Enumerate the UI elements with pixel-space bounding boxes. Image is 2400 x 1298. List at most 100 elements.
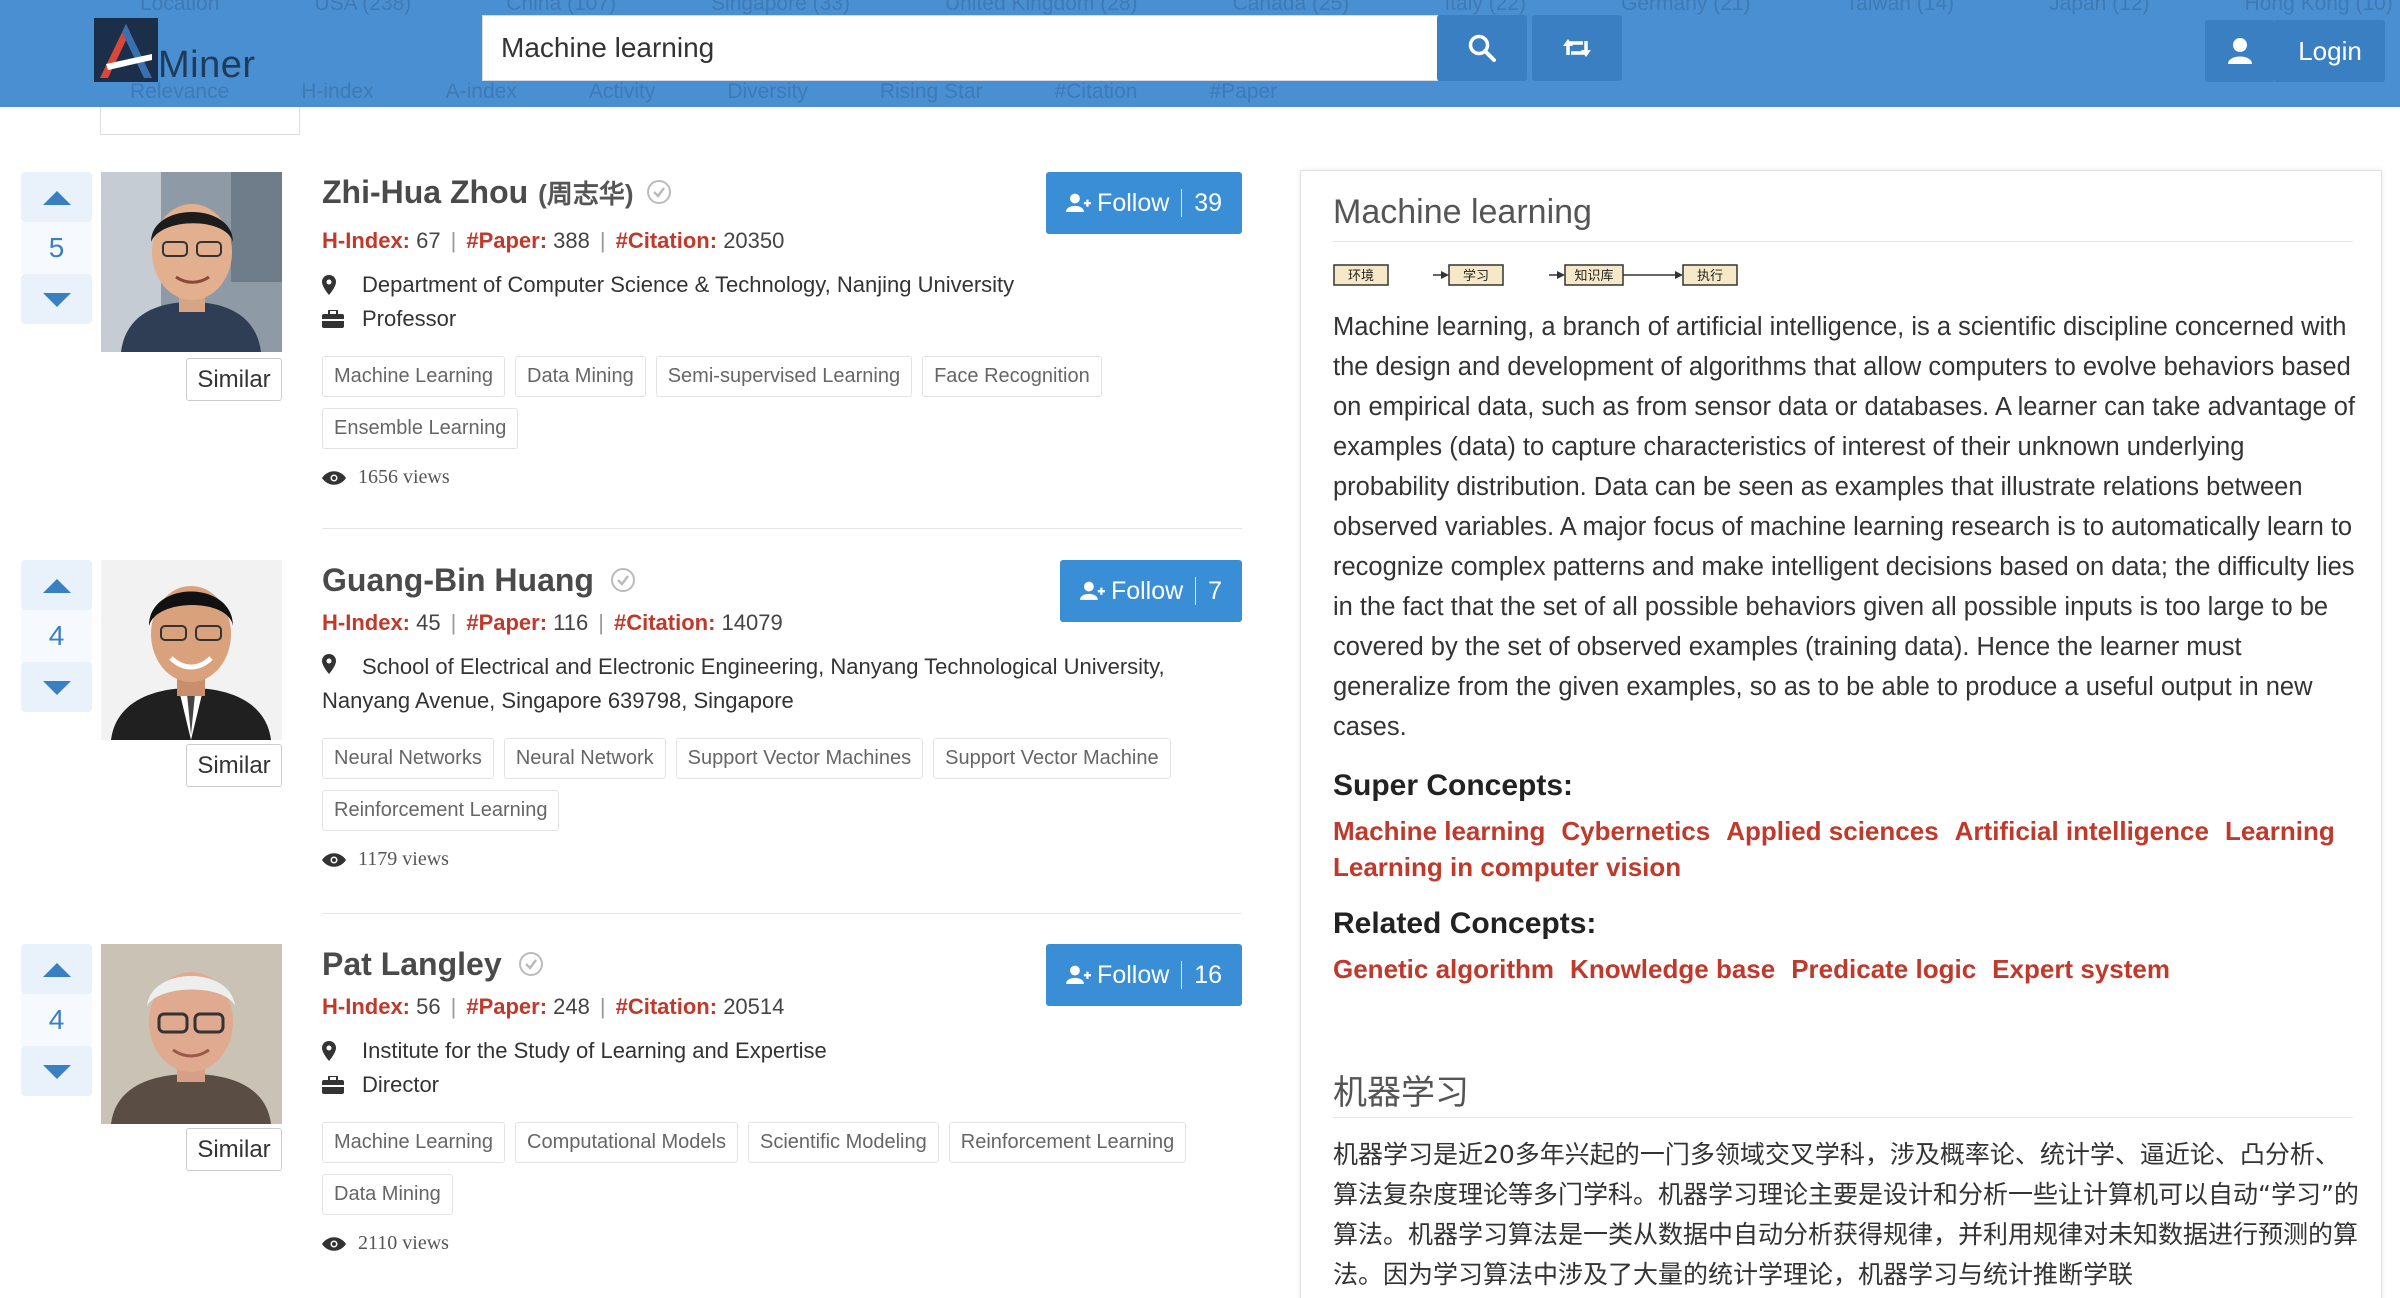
similar-button[interactable]: Similar <box>186 744 282 787</box>
concept-link[interactable]: Artificial intelligence <box>1955 813 2209 849</box>
concept-link[interactable]: Knowledge base <box>1570 951 1775 987</box>
vote-count: 4 <box>21 610 92 662</box>
expert-result: 5 Similar Zhi-Hua Zhou (周志华) H-Index: 67… <box>0 170 1250 530</box>
similar-button[interactable]: Similar <box>186 358 282 401</box>
views-number: 1179 <box>358 848 398 870</box>
interest-tag[interactable]: Scientific Modeling <box>748 1122 939 1163</box>
interest-tag[interactable]: Computational Models <box>515 1122 738 1163</box>
citation-count: 20514 <box>723 994 785 1019</box>
aminer-logo[interactable]: Miner <box>94 18 264 86</box>
follower-count: 39 <box>1194 188 1222 217</box>
similar-button[interactable]: Similar <box>186 1128 282 1171</box>
expert-name[interactable]: Pat Langley <box>322 946 502 983</box>
follow-button[interactable]: Follow 7 <box>1060 560 1242 622</box>
sort-dropdown[interactable] <box>100 107 300 135</box>
app-name: Miner <box>158 44 256 86</box>
upvote-button[interactable] <box>21 944 92 994</box>
search-input[interactable] <box>482 15 1438 81</box>
location-filter-item[interactable]: Location <box>140 0 219 16</box>
top-navbar: Location USA (238) China (107) Singapore (3… <box>0 0 2400 107</box>
interest-tag[interactable]: Face Recognition <box>922 356 1102 397</box>
view-count: 1179 views <box>322 848 449 871</box>
interest-tag[interactable]: Neural Network <box>503 738 666 779</box>
interest-tag[interactable]: Reinforcement Learning <box>322 790 560 831</box>
expert-photo[interactable] <box>101 944 282 1124</box>
eye-icon <box>322 470 346 485</box>
paper-label: #Paper: <box>466 228 548 253</box>
sort-option[interactable]: #Paper <box>1209 80 1277 104</box>
location-filter-item[interactable]: Canada (25) <box>1233 0 1350 16</box>
chevron-up-icon <box>42 191 71 205</box>
result-divider <box>322 913 1242 914</box>
sort-option[interactable]: Diversity <box>727 80 808 104</box>
interest-tag[interactable]: Data Mining <box>515 356 646 397</box>
sort-option[interactable]: #Citation <box>1055 80 1138 104</box>
eye-icon <box>322 1236 346 1251</box>
location-filter-item[interactable]: China (107) <box>506 0 616 16</box>
follower-count: 16 <box>1194 960 1222 989</box>
sort-option[interactable]: A-index <box>446 80 517 104</box>
refresh-button[interactable] <box>1532 15 1622 81</box>
expert-photo[interactable] <box>101 560 282 740</box>
vote-widget: 4 <box>21 944 92 1096</box>
expert-photo[interactable] <box>101 172 282 352</box>
login-button[interactable]: Login <box>2275 20 2385 82</box>
interest-tag[interactable]: Machine Learning <box>322 356 505 397</box>
location-filter-item[interactable]: United Kingdom (28) <box>945 0 1138 16</box>
expert-name[interactable]: Guang-Bin Huang <box>322 562 594 599</box>
location-filter-item[interactable]: Taiwan (14) <box>1846 0 1955 16</box>
upvote-button[interactable] <box>21 172 92 222</box>
concept-link[interactable]: Genetic algorithm <box>1333 951 1554 987</box>
location-filter-item[interactable]: Singapore (33) <box>711 0 850 16</box>
interest-tag[interactable]: Machine Learning <box>322 1122 505 1163</box>
interest-tag[interactable]: Reinforcement Learning <box>948 1122 1187 1163</box>
verified-check-icon <box>610 568 635 592</box>
location-filter-item[interactable]: Italy (22) <box>1444 0 1526 16</box>
expert-name[interactable]: Zhi-Hua Zhou <box>322 174 528 211</box>
location-filter-item[interactable]: Hong Kong (10) <box>2245 0 2393 16</box>
concept-link[interactable]: Learning in computer vision <box>1333 849 1681 885</box>
views-suffix: views <box>403 466 450 488</box>
position-line: Director <box>322 1068 439 1102</box>
follow-button[interactable]: Follow 16 <box>1046 944 1242 1006</box>
concept-link[interactable]: Cybernetics <box>1561 813 1710 849</box>
interest-tag[interactable]: Semi-supervised Learning <box>655 356 913 397</box>
sort-option[interactable]: H-index <box>301 80 373 104</box>
chevron-up-icon <box>42 579 71 593</box>
concept-link[interactable]: Applied sciences <box>1726 813 1938 849</box>
concept-link[interactable]: Predicate logic <box>1791 951 1976 987</box>
search-button[interactable] <box>1437 15 1527 81</box>
follower-count: 7 <box>1208 576 1222 605</box>
interest-tag[interactable]: Data Mining <box>322 1174 453 1215</box>
chevron-down-icon <box>42 1065 71 1079</box>
h-index-value: 56 <box>416 994 441 1019</box>
citation-count: 20350 <box>723 228 785 253</box>
follow-label: Follow <box>1097 188 1170 217</box>
concept-link[interactable]: Machine learning <box>1333 813 1545 849</box>
interest-tag[interactable]: Support Vector Machines <box>675 738 924 779</box>
location-filter-item[interactable]: Germany (21) <box>1621 0 1751 16</box>
downvote-button[interactable] <box>21 274 92 324</box>
interest-tags: Machine Learning Computational Models Sc… <box>322 1122 1242 1226</box>
expert-stats: H-Index: 67 | #Paper: 388 | #Citation: 20350 <box>322 228 785 253</box>
sort-option[interactable]: Rising Star <box>880 80 983 104</box>
topic-panel: Machine learning 环境 学习 知识库 执行 Machine le… <box>1300 170 2382 1298</box>
sort-option[interactable]: Activity <box>589 80 656 104</box>
interest-tag[interactable]: Support Vector Machine <box>933 738 1171 779</box>
location-filter-bar: Location USA (238) China (107) Singapore (3… <box>0 0 2400 16</box>
h-index-value: 67 <box>416 228 441 253</box>
downvote-button[interactable] <box>21 662 92 712</box>
upvote-button[interactable] <box>21 560 92 610</box>
follow-button[interactable]: Follow 39 <box>1046 172 1242 234</box>
interest-tag[interactable]: Neural Networks <box>322 738 494 779</box>
location-filter-item[interactable]: Japan (12) <box>2049 0 2149 16</box>
interest-tag[interactable]: Ensemble Learning <box>322 408 519 449</box>
downvote-button[interactable] <box>21 1046 92 1096</box>
location-filter-item[interactable]: USA (238) <box>314 0 411 16</box>
paper-count: 248 <box>553 994 590 1019</box>
concept-link[interactable]: Learning <box>2225 813 2335 849</box>
user-button[interactable] <box>2205 20 2275 82</box>
title-divider <box>1333 1117 2353 1118</box>
concept-link[interactable]: Expert system <box>1992 951 2170 987</box>
view-count: 2110 views <box>322 1232 449 1255</box>
